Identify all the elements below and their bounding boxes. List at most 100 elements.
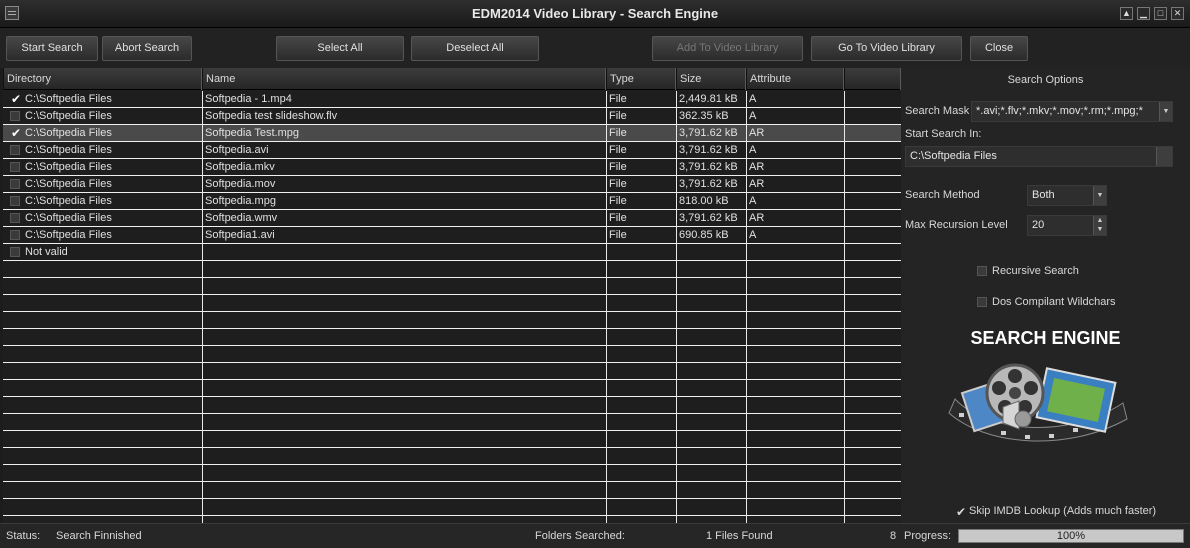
search-engine-banner: SEARCH ENGINE — [970, 328, 1121, 348]
attribute-cell: A — [749, 144, 757, 156]
start-search-button[interactable]: Start Search — [6, 36, 98, 61]
browse-button[interactable] — [1156, 147, 1172, 166]
empty-row — [3, 346, 901, 363]
table-row[interactable]: ✔ C:\Softpedia Files Softpedia - 1.mp4 File… — [3, 91, 901, 108]
panel-title: Search Options — [1007, 74, 1084, 86]
type-cell: File — [609, 144, 627, 156]
column-attribute[interactable]: Attribute — [746, 68, 844, 90]
column-size[interactable]: Size — [676, 68, 746, 90]
row-checkbox[interactable] — [10, 179, 20, 189]
recursive-search-label: Recursive Search — [992, 265, 1079, 277]
type-cell: File — [609, 178, 627, 190]
checkmark-icon[interactable]: ✔ — [956, 505, 966, 519]
type-cell: File — [609, 110, 627, 122]
directory-cell: C:\Softpedia Files — [25, 127, 112, 139]
table-row[interactable]: C:\Softpedia Files Softpedia.mkv File 3,791… — [3, 159, 901, 176]
column-type[interactable]: Type — [606, 68, 676, 90]
empty-row — [3, 414, 901, 431]
start-search-in-value: C:\Softpedia Files — [910, 150, 997, 162]
start-search-in-input[interactable]: C:\Softpedia Files — [905, 146, 1173, 167]
table-row[interactable]: C:\Softpedia Files Softpedia test slidesh… — [3, 108, 901, 125]
row-checkbox[interactable] — [10, 247, 20, 257]
directory-cell: C:\Softpedia Files — [25, 161, 112, 173]
type-cell — [607, 244, 673, 260]
progress-label: Progress: — [904, 530, 952, 542]
table-row[interactable]: C:\Softpedia Files Softpedia1.avi File 690.… — [3, 227, 901, 244]
grid-divider — [676, 91, 677, 523]
table-row[interactable]: C:\Softpedia Files Softpedia.wmv File 3,791… — [3, 210, 901, 227]
size-cell: 3,791.62 kB — [679, 212, 738, 224]
max-recursion-stepper[interactable]: 20 ▲ ▼ — [1027, 215, 1107, 236]
attribute-cell: A — [749, 195, 757, 207]
row-checkbox[interactable] — [10, 111, 20, 121]
toolbar: Start Search Abort Search Select All Des… — [0, 28, 1190, 68]
attribute-cell: AR — [749, 178, 765, 190]
deselect-all-button[interactable]: Deselect All — [411, 36, 539, 61]
add-to-library-button[interactable]: Add To Video Library — [652, 36, 803, 61]
minimize-button[interactable]: ▁ — [1137, 7, 1150, 20]
folder-count: 8 — [890, 530, 897, 542]
directory-cell: C:\Softpedia Files — [25, 110, 112, 122]
status-label: Status: — [6, 530, 41, 542]
empty-row — [3, 312, 901, 329]
directory-cell: C:\Softpedia Files — [25, 195, 112, 207]
attribute-cell: A — [749, 93, 757, 105]
size-cell: 2,449.81 kB — [679, 93, 738, 105]
progress-bar: 100% — [958, 529, 1184, 543]
type-cell: File — [609, 229, 627, 241]
column-name[interactable]: Name — [202, 68, 606, 90]
search-mask-input[interactable]: *.avi;*.flv;*.mkv;*.mov;*.rm;*.mpg;* ▼ — [971, 101, 1173, 122]
size-cell: 3,791.62 kB — [679, 178, 738, 190]
name-cell — [203, 244, 603, 260]
row-checkbox[interactable] — [10, 145, 20, 155]
search-method-label: Search Method — [905, 189, 980, 201]
max-recursion-label: Max Recursion Level — [905, 219, 1008, 231]
name-cell: Softpedia.mpg — [205, 195, 276, 207]
maximize-button[interactable]: □ — [1154, 7, 1167, 20]
row-checkbox[interactable]: ✔ — [10, 93, 21, 105]
directory-cell: C:\Softpedia Files — [25, 93, 112, 105]
row-checkbox[interactable]: ✔ — [10, 127, 21, 139]
chevron-down-icon[interactable]: ▼ — [1159, 102, 1172, 121]
grid-header: Directory Name Type Size Attribute — [3, 68, 901, 90]
dos-wildchars-label: Dos Compilant Wildchars — [992, 296, 1116, 308]
grid-divider — [606, 91, 607, 523]
row-checkbox[interactable] — [10, 162, 20, 172]
table-row[interactable]: C:\Softpedia Files Softpedia.avi File 3,791… — [3, 142, 901, 159]
film-reel-logo-icon — [948, 363, 1128, 442]
size-cell — [677, 244, 743, 260]
type-cell: File — [609, 93, 627, 105]
max-recursion-value: 20 — [1032, 219, 1045, 231]
empty-row — [3, 363, 901, 380]
row-checkbox[interactable] — [10, 230, 20, 240]
table-row[interactable]: ✔ C:\Softpedia Files Softpedia Test.mpg Fil… — [3, 125, 901, 142]
skip-imdb-label: Skip IMDB Lookup (Adds much faster) — [969, 505, 1157, 517]
grid-rows: ✔ C:\Softpedia Files Softpedia - 1.mp4 File… — [3, 91, 901, 523]
dos-wildchars-checkbox[interactable] — [977, 297, 987, 307]
go-to-library-button[interactable]: Go To Video Library — [811, 36, 962, 61]
row-checkbox[interactable] — [10, 196, 20, 206]
attribute-cell: A — [749, 110, 757, 122]
table-row[interactable]: C:\Softpedia Files Softpedia.mpg File 818.0… — [3, 193, 901, 210]
chevron-down-icon[interactable]: ▼ — [1093, 186, 1106, 205]
collapse-icon[interactable]: ▲ — [1120, 7, 1133, 20]
stepper-icon[interactable]: ▲ ▼ — [1093, 216, 1106, 235]
directory-cell: C:\Softpedia Files — [25, 212, 112, 224]
start-search-in-label: Start Search In: — [905, 128, 982, 140]
table-row[interactable]: C:\Softpedia Files Softpedia.mov File 3,791… — [3, 176, 901, 193]
column-directory[interactable]: Directory — [3, 68, 202, 90]
close-window-button[interactable]: ✕ — [1171, 7, 1184, 20]
grid-divider — [746, 91, 747, 523]
directory-cell: C:\Softpedia Files — [25, 144, 112, 156]
folders-searched-label: Folders Searched: — [535, 530, 625, 542]
table-row[interactable]: Not valid — [3, 244, 901, 261]
window-title: EDM2014 Video Library - Search Engine — [471, 6, 719, 21]
search-method-select[interactable]: Both ▼ — [1027, 185, 1107, 206]
select-all-button[interactable]: Select All — [276, 36, 404, 61]
recursive-search-checkbox[interactable] — [977, 266, 987, 276]
size-cell: 690.85 kB — [679, 229, 729, 241]
row-checkbox[interactable] — [10, 213, 20, 223]
abort-search-button[interactable]: Abort Search — [102, 36, 192, 61]
close-button[interactable]: Close — [970, 36, 1028, 61]
search-method-value: Both — [1032, 189, 1055, 201]
